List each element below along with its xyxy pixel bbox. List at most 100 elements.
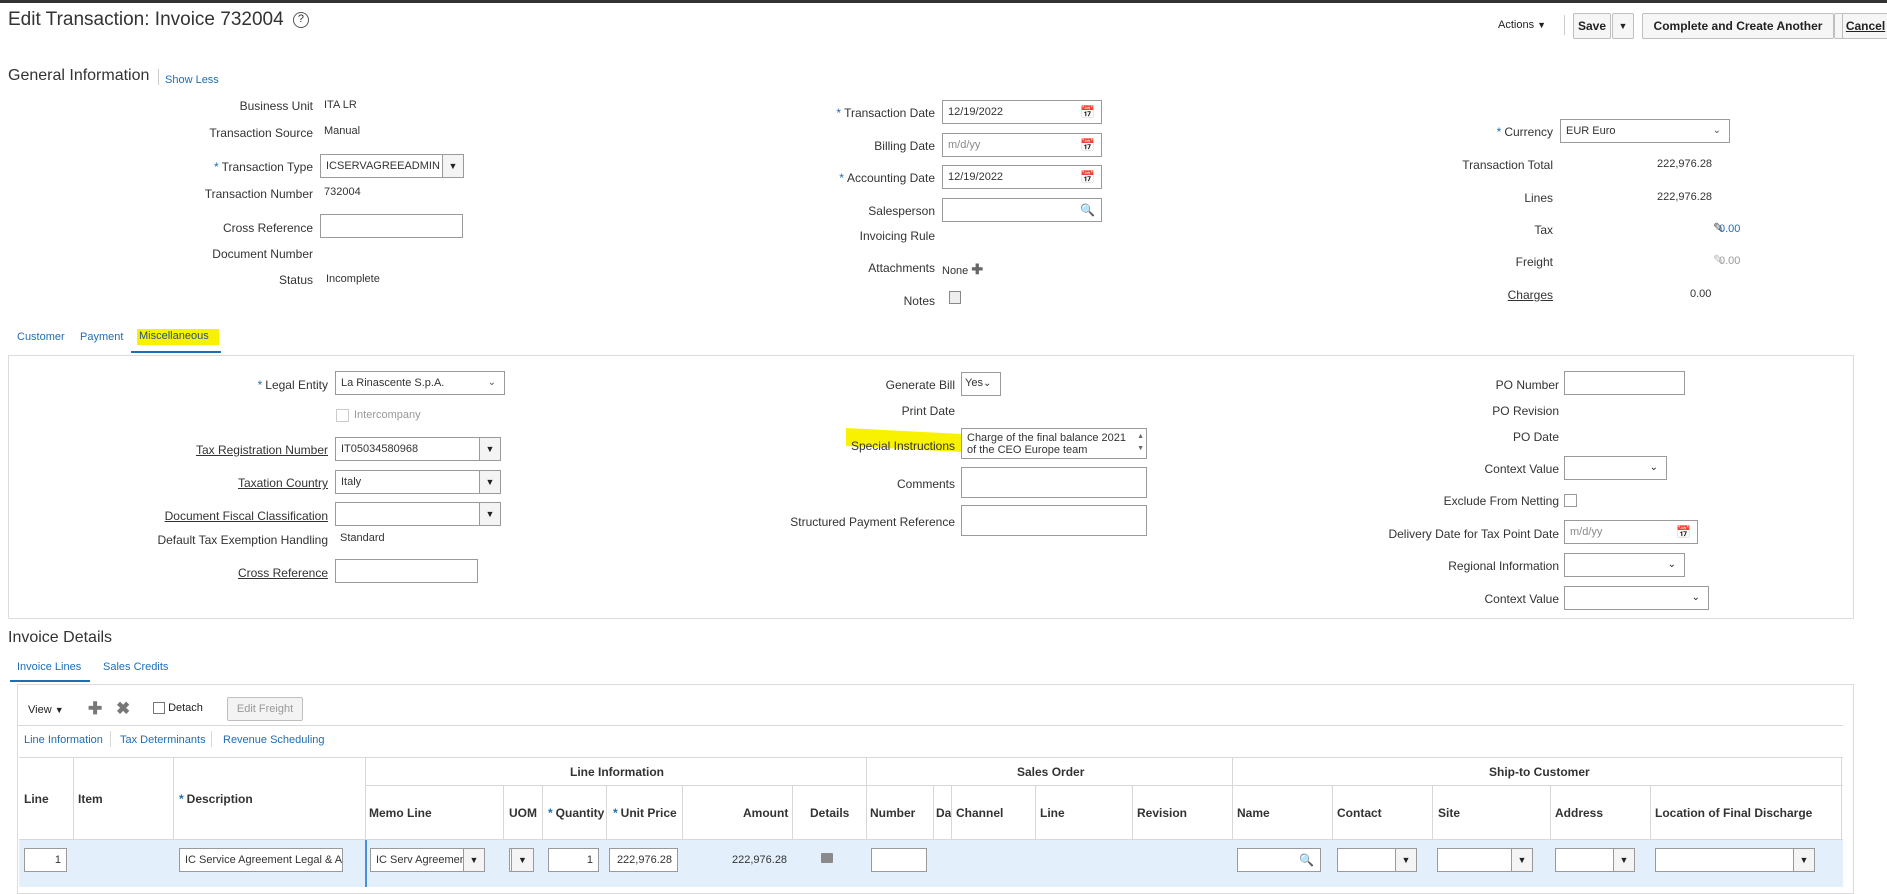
col-quantity[interactable]: * Quantity: [548, 806, 604, 820]
save-menu-button[interactable]: ▼: [1612, 13, 1634, 39]
comments-textarea[interactable]: [961, 467, 1147, 498]
cancel-button[interactable]: Cancel: [1842, 13, 1887, 39]
col-location[interactable]: Location of Final Discharge: [1655, 806, 1812, 820]
dropdown-arrow-icon[interactable]: ▼: [1613, 849, 1634, 871]
col-details[interactable]: Details: [810, 806, 849, 820]
tab-sales-credits[interactable]: Sales Credits: [103, 661, 168, 673]
misc-cross-reference-label[interactable]: Cross Reference: [238, 566, 328, 580]
col-unit-price[interactable]: * Unit Price: [613, 806, 677, 820]
regional-info-select[interactable]: ⌄: [1564, 553, 1685, 577]
col-so-line[interactable]: Line: [1040, 806, 1065, 820]
document-fiscal-label[interactable]: Document Fiscal Classification: [165, 509, 328, 523]
charges-label[interactable]: Charges: [1508, 288, 1553, 302]
ship-name-input[interactable]: 🔍: [1237, 848, 1321, 872]
pencil-icon[interactable]: ✎: [1713, 220, 1724, 236]
dropdown-arrow-icon[interactable]: ▼: [463, 849, 484, 871]
search-icon[interactable]: 🔍: [1080, 203, 1095, 217]
generate-bill-select[interactable]: Yes⌄: [961, 372, 1001, 396]
line-number-input[interactable]: 1: [24, 848, 67, 872]
quantity-input[interactable]: 1: [548, 848, 599, 872]
col-amount[interactable]: Amount: [743, 806, 788, 820]
tab-payment[interactable]: Payment: [80, 331, 123, 343]
delivery-date-input[interactable]: m/d/yy 📅: [1564, 520, 1698, 544]
help-icon[interactable]: ?: [292, 11, 309, 28]
delete-row-icon[interactable]: ✖: [116, 699, 130, 719]
col-address[interactable]: Address: [1555, 806, 1603, 820]
col-number[interactable]: Number: [870, 806, 915, 820]
context-value-select[interactable]: ⌄: [1564, 456, 1667, 480]
calendar-icon[interactable]: 📅: [1080, 170, 1095, 184]
col-item[interactable]: Item: [78, 792, 103, 806]
tab-invoice-lines[interactable]: Invoice Lines: [17, 661, 81, 673]
show-less-link[interactable]: Show Less: [165, 74, 219, 86]
misc-cross-reference-input[interactable]: [335, 559, 478, 583]
dropdown-arrow-icon[interactable]: ▼: [1511, 849, 1532, 871]
taxation-country-select[interactable]: Italy ▼: [335, 470, 501, 494]
salesperson-input[interactable]: 🔍: [942, 198, 1102, 222]
complete-create-another-button[interactable]: Complete and Create Another: [1642, 13, 1834, 39]
unit-price-input[interactable]: 222,976.28: [609, 848, 678, 872]
description-input[interactable]: IC Service Agreement Legal & A: [179, 848, 343, 872]
subtab-line-information[interactable]: Line Information: [24, 734, 103, 746]
transaction-type-select[interactable]: ICSERVAGREEADMIN ▼: [320, 154, 464, 178]
col-description[interactable]: * Description: [179, 792, 253, 806]
group-sales-order: Sales Order: [1017, 765, 1085, 779]
col-contact[interactable]: Contact: [1337, 806, 1382, 820]
currency-select[interactable]: EUR Euro ⌄: [1560, 119, 1730, 143]
location-final-discharge-select[interactable]: ▼: [1655, 848, 1815, 872]
detach-button[interactable]: Detach: [153, 702, 203, 715]
intercompany-checkbox[interactable]: [336, 409, 349, 422]
po-number-input[interactable]: [1564, 371, 1685, 395]
col-revision[interactable]: Revision: [1137, 806, 1187, 820]
col-line[interactable]: Line: [24, 792, 49, 806]
billing-date-input[interactable]: m/d/yy 📅: [942, 133, 1102, 157]
accounting-date-input[interactable]: 12/19/2022 📅: [942, 165, 1102, 189]
subtab-tax-determinants[interactable]: Tax Determinants: [120, 734, 206, 746]
details-icon[interactable]: [821, 853, 833, 863]
view-menu[interactable]: View ▼: [28, 704, 64, 716]
dropdown-arrow-icon[interactable]: ▼: [442, 155, 463, 177]
subtab-revenue-scheduling[interactable]: Revenue Scheduling: [223, 734, 325, 746]
col-site[interactable]: Site: [1438, 806, 1460, 820]
tax-registration-select[interactable]: IT05034580968 ▼: [335, 437, 501, 461]
so-number-input[interactable]: [871, 848, 927, 872]
dropdown-arrow-icon[interactable]: ▼: [1395, 849, 1416, 871]
tab-miscellaneous[interactable]: Miscellaneous: [137, 329, 219, 345]
add-row-icon[interactable]: ✚: [88, 699, 102, 719]
taxation-country-label[interactable]: Taxation Country: [238, 476, 328, 490]
scrollbar[interactable]: ▲ ▼: [1137, 431, 1144, 455]
dropdown-arrow-icon[interactable]: ▼: [1793, 849, 1814, 871]
add-icon[interactable]: ✚: [971, 261, 983, 277]
dropdown-arrow-icon[interactable]: ▼: [479, 503, 500, 525]
ship-contact-select[interactable]: ▼: [1337, 848, 1417, 872]
cross-reference-input[interactable]: [320, 214, 463, 238]
actions-menu[interactable]: Actions ▼: [1498, 19, 1546, 31]
exclude-netting-checkbox[interactable]: [1564, 494, 1577, 507]
col-uom[interactable]: UOM: [509, 806, 537, 820]
save-button[interactable]: Save: [1573, 13, 1611, 39]
col-da[interactable]: Da: [936, 806, 951, 820]
structured-payment-ref-textarea[interactable]: [961, 505, 1147, 536]
special-instructions-textarea[interactable]: Charge of the final balance 2021 of the …: [961, 428, 1147, 459]
ship-address-select[interactable]: ▼: [1555, 848, 1635, 872]
legal-entity-select[interactable]: La Rinascente S.p.A. ⌄: [335, 371, 505, 395]
search-icon[interactable]: 🔍: [1299, 853, 1314, 867]
document-fiscal-select[interactable]: ▼: [335, 502, 501, 526]
notes-icon[interactable]: [949, 291, 961, 304]
transaction-date-input[interactable]: 12/19/2022 📅: [942, 100, 1102, 124]
dropdown-arrow-icon[interactable]: ▼: [479, 438, 500, 460]
dropdown-arrow-icon[interactable]: ▼: [479, 471, 500, 493]
calendar-icon[interactable]: 📅: [1080, 138, 1095, 152]
memo-line-select[interactable]: IC Serv Agreemen ▼: [370, 848, 485, 872]
tab-customer[interactable]: Customer: [17, 331, 65, 343]
calendar-icon[interactable]: 📅: [1676, 525, 1691, 539]
col-channel[interactable]: Channel: [956, 806, 1003, 820]
uom-select[interactable]: ▼: [509, 848, 534, 872]
ship-site-select[interactable]: ▼: [1437, 848, 1533, 872]
col-memo-line[interactable]: Memo Line: [369, 806, 432, 820]
dropdown-arrow-icon[interactable]: ▼: [511, 849, 533, 871]
calendar-icon[interactable]: 📅: [1080, 105, 1095, 119]
col-name[interactable]: Name: [1237, 806, 1270, 820]
context-value-2-select[interactable]: ⌄: [1564, 586, 1709, 610]
tax-registration-label[interactable]: Tax Registration Number: [196, 443, 328, 457]
